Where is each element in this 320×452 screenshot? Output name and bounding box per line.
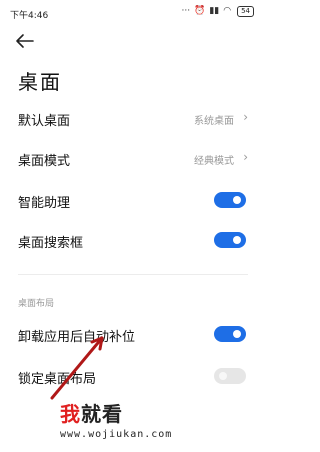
- back-arrow-icon: [16, 34, 34, 48]
- setting-desktop-mode[interactable]: 桌面模式 经典模式 ›: [0, 142, 264, 176]
- status-icons: ··· ⏰ ▮▮ ◠ 54: [181, 6, 254, 17]
- watermark-part2: 就看: [81, 402, 123, 426]
- setting-label: 智能助理: [18, 196, 71, 211]
- setting-search-box: 桌面搜索框: [0, 224, 264, 258]
- dots-icon: ···: [181, 6, 191, 16]
- search-box-toggle[interactable]: [214, 232, 246, 248]
- watermark: 我就看 www.wojiukan.com: [60, 398, 260, 440]
- watermark-part1: 我: [60, 402, 81, 426]
- lock-layout-toggle[interactable]: [214, 368, 246, 384]
- status-time: 下午4:46: [10, 11, 49, 21]
- watermark-url: www.wojiukan.com: [60, 429, 173, 440]
- smart-assistant-toggle[interactable]: [214, 192, 246, 208]
- toggle-knob: [233, 196, 241, 204]
- setting-auto-fill-after-uninstall: 卸载应用后自动补位: [0, 318, 264, 352]
- alarm-icon: ⏰: [194, 6, 206, 16]
- battery-icon: 54: [237, 6, 254, 17]
- setting-value: 经典模式: [194, 156, 234, 167]
- setting-label: 桌面搜索框: [18, 236, 84, 251]
- signal-icon: ▮▮: [209, 6, 220, 16]
- toggle-knob: [219, 372, 227, 380]
- watermark-logo: 我就看: [60, 398, 260, 427]
- setting-value: 系统桌面: [194, 116, 234, 127]
- divider: [18, 274, 248, 275]
- section-title: 桌面布局: [18, 299, 55, 309]
- wifi-icon: ◠: [223, 6, 232, 16]
- back-button[interactable]: [14, 32, 36, 50]
- setting-smart-assistant: 智能助理: [0, 184, 264, 218]
- toggle-knob: [233, 236, 241, 244]
- page-title: 桌面: [18, 70, 62, 94]
- chevron-right-icon: ›: [243, 150, 248, 164]
- chevron-right-icon: ›: [243, 110, 248, 124]
- setting-label: 默认桌面: [18, 114, 71, 129]
- setting-default-desktop[interactable]: 默认桌面 系统桌面 ›: [0, 102, 264, 136]
- toggle-knob: [233, 330, 241, 338]
- annotation-arrow-icon: [50, 336, 104, 400]
- setting-lock-layout: 锁定桌面布局: [0, 360, 264, 394]
- status-bar: 下午4:46 ··· ⏰ ▮▮ ◠ 54: [0, 0, 264, 26]
- setting-label: 桌面模式: [18, 154, 71, 169]
- auto-fill-toggle[interactable]: [214, 326, 246, 342]
